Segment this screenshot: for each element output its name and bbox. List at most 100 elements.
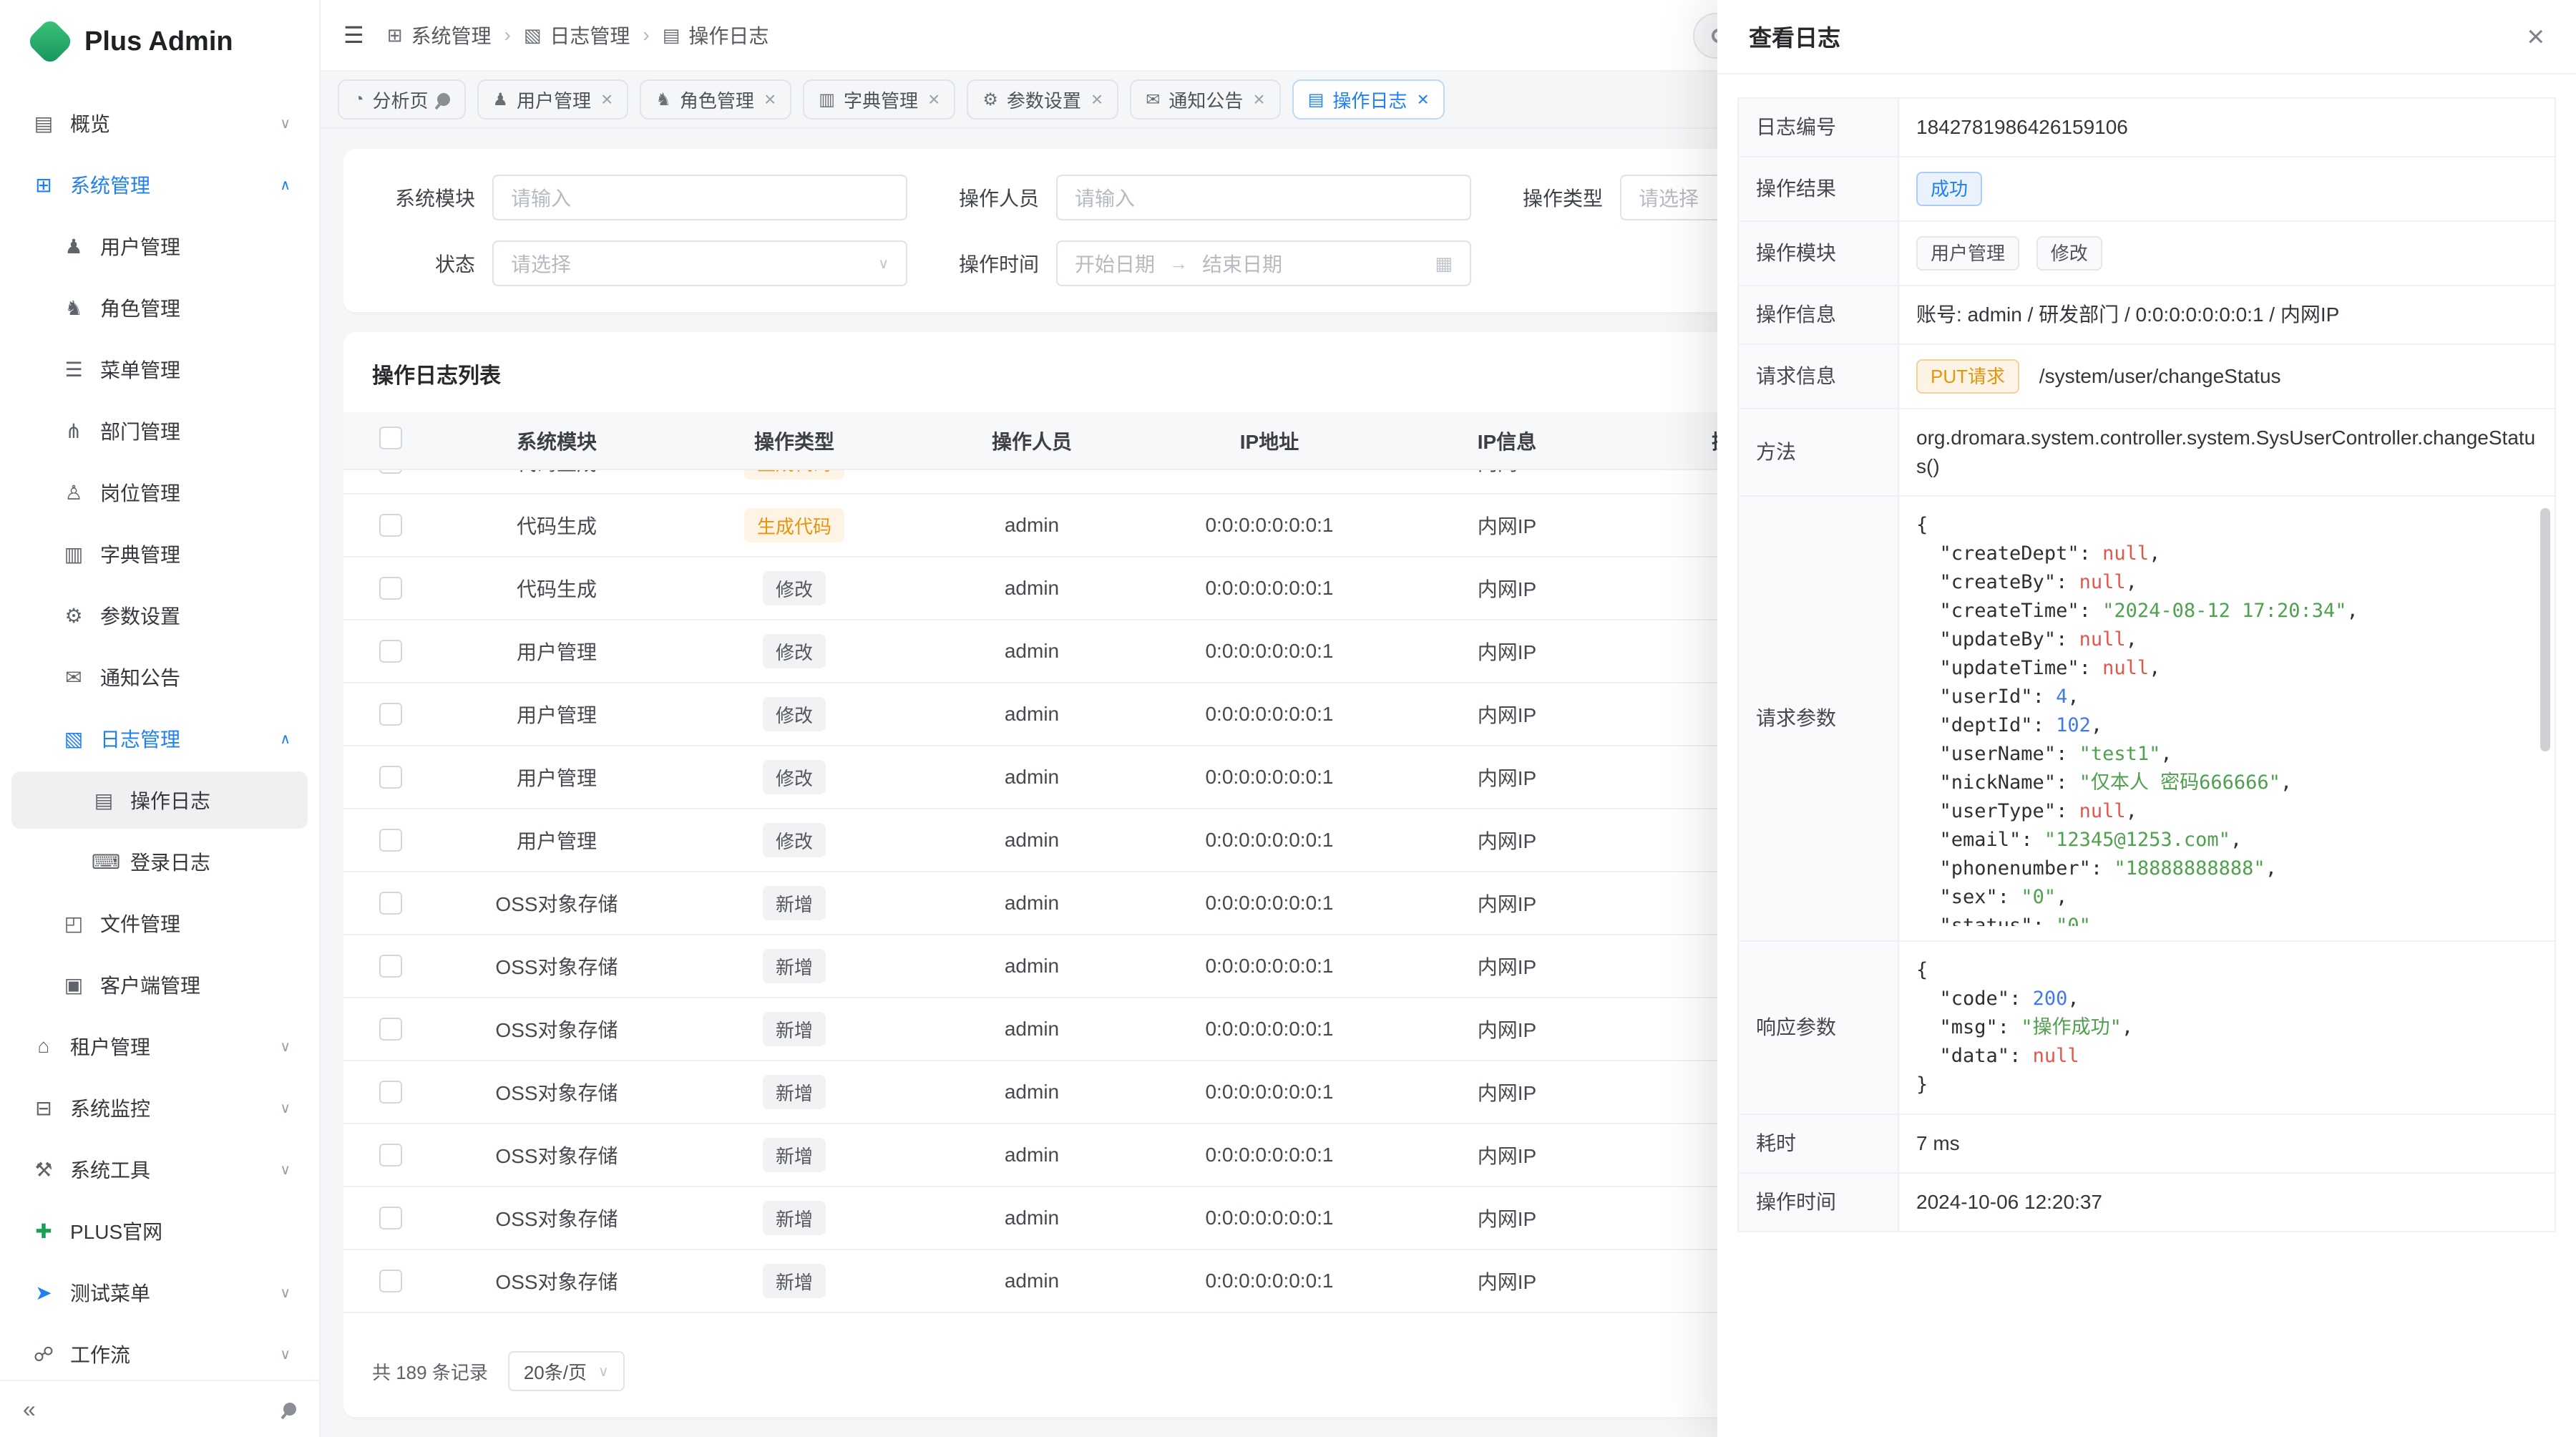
request-params-scrollbar[interactable]: [2540, 508, 2550, 751]
module-input[interactable]: 请输入: [492, 175, 907, 220]
sidebar-item-label: 租户管理: [70, 1032, 280, 1061]
operation-info-value: 账号: admin / 研发部门 / 0:0:0:0:0:0:0:1 / 内网I…: [1898, 286, 2555, 344]
sidebar-item-monitor[interactable]: ⊟系统监控∨: [11, 1079, 308, 1136]
sidebar-item-oplog[interactable]: ▤操作日志: [11, 771, 308, 829]
dict-icon: ▥: [819, 89, 835, 110]
field-label: 耗时: [1738, 1114, 1898, 1173]
row-checkbox[interactable]: [379, 1018, 402, 1041]
tab-label: 角色管理: [680, 87, 754, 113]
operator-input[interactable]: 请输入: [1056, 175, 1471, 220]
oplog-icon: ▤: [663, 24, 680, 47]
close-icon[interactable]: ×: [1417, 88, 1428, 111]
page-size-select[interactable]: 20条/页 ∨: [508, 1351, 625, 1391]
select-all-checkbox[interactable]: [379, 427, 402, 449]
column-header: IP地址: [1151, 412, 1388, 469]
module-cell: OSS对象存储: [495, 1015, 618, 1043]
operator-cell: admin: [1005, 1144, 1059, 1166]
sidebar-item-file[interactable]: ◰文件管理: [11, 895, 308, 952]
field-label: 日志编号: [1738, 98, 1898, 157]
row-checkbox[interactable]: [379, 1270, 402, 1292]
type-badge: 新增: [763, 1201, 826, 1235]
tab-role[interactable]: ♞角色管理×: [640, 79, 791, 120]
ip-info-cell: 内网IP: [1478, 889, 1536, 917]
sidebar-item-dict[interactable]: ▥字典管理: [11, 525, 308, 583]
close-icon[interactable]: ×: [1091, 88, 1103, 111]
operator-placeholder: 请输入: [1075, 183, 1135, 212]
sidebar-item-param[interactable]: ⚙参数设置: [11, 587, 308, 644]
close-icon[interactable]: ×: [764, 88, 776, 111]
row-checkbox[interactable]: [379, 955, 402, 978]
tab-analysis[interactable]: ◔分析页: [338, 79, 466, 120]
sidebar-item-test[interactable]: ➤测试菜单∨: [11, 1264, 308, 1321]
detail-row-request: 请求信息 PUT请求 /system/user/changeStatus: [1738, 344, 2555, 409]
sidebar-item-workflow[interactable]: ☍工作流∨: [11, 1325, 308, 1380]
row-checkbox[interactable]: [379, 892, 402, 915]
request-params-cell: { "createDept": null, "createBy": null, …: [1898, 496, 2555, 941]
sidebar-item-post[interactable]: ♙岗位管理: [11, 464, 308, 521]
row-checkbox[interactable]: [379, 1207, 402, 1229]
tab-user[interactable]: ♟用户管理×: [477, 79, 629, 120]
breadcrumb-item[interactable]: ⊞系统管理: [387, 21, 492, 49]
breadcrumb-separator: ›: [504, 24, 511, 47]
pin-icon[interactable]: [434, 90, 452, 108]
ip-cell: 0:0:0:0:0:0:0:1: [1205, 892, 1333, 915]
time-label: 操作时间: [936, 249, 1039, 278]
row-checkbox[interactable]: [379, 514, 402, 537]
tab-param[interactable]: ⚙参数设置×: [967, 79, 1118, 120]
sidebar-item-menu[interactable]: ☰菜单管理: [11, 341, 308, 398]
sidebar-item-client[interactable]: ▣客户端管理: [11, 956, 308, 1013]
hamburger-menu-icon[interactable]: ☰: [343, 21, 364, 49]
row-checkbox[interactable]: [379, 1081, 402, 1104]
sidebar-item-site[interactable]: ✚PLUS官网: [11, 1202, 308, 1260]
notice-icon: ✉: [1146, 89, 1160, 110]
row-checkbox[interactable]: [379, 470, 402, 474]
close-icon[interactable]: ×: [2527, 21, 2545, 52]
row-checkbox[interactable]: [379, 703, 402, 726]
row-checkbox[interactable]: [379, 577, 402, 600]
logo[interactable]: Plus Admin: [0, 0, 319, 83]
row-checkbox[interactable]: [379, 766, 402, 789]
collapse-sidebar-icon[interactable]: «: [23, 1396, 36, 1423]
sidebar-item-tools[interactable]: ⚒系统工具∨: [11, 1141, 308, 1198]
sidebar-item-notice[interactable]: ✉通知公告: [11, 648, 308, 706]
row-checkbox[interactable]: [379, 829, 402, 852]
time-range-input[interactable]: 开始日期 → 结束日期 ▦: [1056, 240, 1471, 286]
sidebar-item-system[interactable]: ⊞系统管理∧: [11, 156, 308, 213]
detail-row-method: 方法 org.dromara.system.controller.system.…: [1738, 409, 2555, 496]
log-id-value: 1842781986426159106: [1898, 98, 2555, 157]
sidebar-item-log[interactable]: ▧日志管理∧: [11, 710, 308, 767]
detail-row-result: 操作结果 成功: [1738, 157, 2555, 221]
breadcrumb-item[interactable]: ▧日志管理: [524, 21, 630, 49]
sidebar-item-label: 系统工具: [70, 1155, 280, 1184]
sidebar-item-loginlog[interactable]: ⌨登录日志: [11, 833, 308, 890]
pin-sidebar-icon[interactable]: [280, 1400, 298, 1418]
row-checkbox[interactable]: [379, 1144, 402, 1166]
breadcrumb-label: 日志管理: [550, 21, 630, 49]
detail-row-response-params: 响应参数 { "code": 200, "msg": "操作成功", "data…: [1738, 941, 2555, 1114]
ip-cell: 0:0:0:0:0:0:0:1: [1205, 955, 1333, 978]
view-log-drawer: 查看日志 × 日志编号 1842781986426159106 操作结果 成功 …: [1717, 0, 2576, 1437]
sidebar-item-tenant[interactable]: ⌂租户管理∨: [11, 1018, 308, 1075]
sidebar-item-label: 菜单管理: [100, 355, 291, 384]
ip-cell: 0:0:0:0:0:0:0:1: [1205, 829, 1333, 852]
close-icon[interactable]: ×: [928, 88, 940, 111]
sidebar-item-dept[interactable]: ⋔部门管理: [11, 402, 308, 459]
row-checkbox[interactable]: [379, 640, 402, 663]
sidebar-item-role[interactable]: ♞角色管理: [11, 279, 308, 336]
close-icon[interactable]: ×: [601, 88, 613, 111]
tab-dict[interactable]: ▥字典管理×: [803, 79, 955, 120]
ip-info-cell: 内网IP: [1478, 637, 1536, 666]
sidebar-item-label: 角色管理: [100, 293, 291, 322]
tab-notice[interactable]: ✉通知公告×: [1130, 79, 1280, 120]
sidebar-item-overview[interactable]: ▤概览∨: [11, 94, 308, 152]
log-detail-table: 日志编号 1842781986426159106 操作结果 成功 操作模块 用户…: [1737, 97, 2556, 1232]
drawer-title: 查看日志: [1749, 20, 1840, 53]
sidebar-item-user[interactable]: ♟用户管理: [11, 218, 308, 275]
status-select[interactable]: 请选择 ∨: [492, 240, 907, 286]
detail-row-op-time: 操作时间 2024-10-06 12:20:37: [1738, 1173, 2555, 1232]
ip-cell: 0:0:0:0:0:0:0:1: [1205, 766, 1333, 789]
close-icon[interactable]: ×: [1253, 88, 1264, 111]
tab-oplog[interactable]: ▤操作日志×: [1292, 79, 1445, 120]
module-cell: OSS对象存储: [495, 1141, 618, 1169]
breadcrumb-item[interactable]: ▤操作日志: [663, 21, 769, 49]
